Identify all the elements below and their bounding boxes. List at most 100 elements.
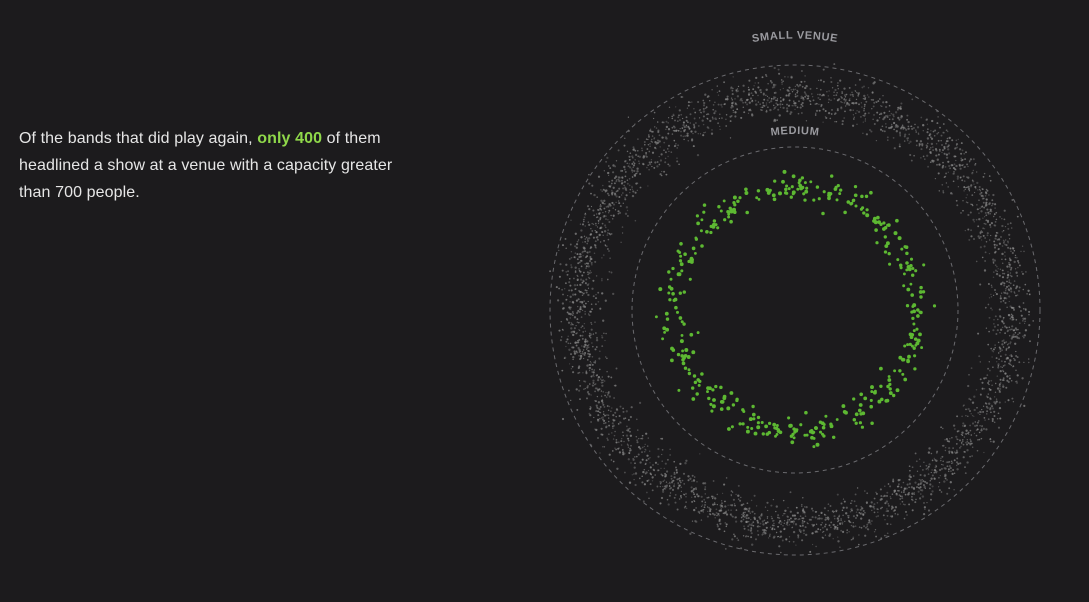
small-venue-dot	[634, 462, 636, 465]
medium-venue-dot	[729, 219, 733, 224]
medium-venue-dot	[667, 270, 671, 274]
small-venue-dot	[964, 472, 967, 475]
small-venue-dot	[993, 240, 996, 243]
small-venue-dot	[632, 166, 635, 169]
small-venue-dot	[602, 446, 604, 448]
small-venue-dot	[1008, 334, 1011, 337]
small-venue-dot	[660, 467, 662, 470]
small-venue-dot	[564, 237, 567, 240]
small-venue-dot	[603, 422, 605, 425]
small-venue-dot	[858, 543, 860, 546]
small-venue-dot	[846, 101, 849, 104]
medium-venue-dot	[862, 211, 866, 215]
small-venue-dot	[951, 437, 953, 439]
small-venue-dot	[581, 223, 585, 226]
small-venue-dot	[982, 234, 985, 237]
small-venue-dot	[994, 396, 996, 398]
small-venue-dot	[670, 477, 673, 480]
small-venue-dot	[569, 313, 572, 316]
small-venue-dot	[663, 149, 665, 152]
small-venue-dot	[855, 504, 858, 507]
small-venue-dot	[660, 473, 663, 476]
small-venue-dot	[766, 501, 769, 504]
small-venue-dot	[681, 127, 684, 129]
small-venue-dot	[771, 528, 774, 531]
small-venue-dot	[862, 132, 864, 134]
small-venue-dot	[734, 115, 737, 118]
small-venue-dot	[971, 401, 975, 404]
small-venue-dot	[788, 518, 791, 521]
small-venue-dot	[603, 170, 605, 172]
small-venue-dot	[606, 357, 608, 360]
small-venue-dot	[626, 182, 629, 185]
small-venue-dot	[994, 289, 996, 291]
small-venue-dot	[990, 234, 992, 237]
small-venue-dot	[949, 438, 951, 440]
small-venue-dot	[929, 151, 932, 154]
small-venue-dot	[964, 158, 967, 161]
small-venue-dot	[710, 132, 714, 135]
small-venue-dot	[659, 173, 662, 176]
small-venue-dot	[642, 163, 645, 166]
small-venue-dot	[581, 337, 584, 340]
small-venue-dot	[779, 519, 782, 523]
small-venue-dot	[723, 81, 726, 84]
small-venue-dot	[745, 517, 748, 520]
small-venue-dot	[926, 131, 929, 134]
small-venue-dot	[1005, 326, 1008, 329]
small-venue-dot	[911, 98, 914, 101]
small-venue-dot	[945, 461, 948, 464]
medium-venue-dots	[654, 169, 937, 449]
small-venue-dot	[773, 528, 776, 530]
small-venue-dot	[733, 533, 735, 536]
small-venue-dot	[596, 374, 599, 376]
small-venue-dot	[734, 504, 736, 507]
small-venue-dot	[1028, 361, 1030, 364]
small-venue-dot	[602, 411, 605, 413]
small-venue-dot	[981, 408, 983, 411]
small-venue-dot	[899, 133, 901, 136]
small-venue-dot	[833, 94, 835, 97]
small-venue-dot	[561, 244, 565, 247]
small-venue-dot	[1023, 361, 1025, 364]
small-venue-dot	[904, 493, 907, 496]
small-venue-dot	[662, 480, 665, 483]
small-venue-dot	[675, 468, 678, 472]
small-venue-dot	[802, 98, 805, 101]
small-venue-dot	[999, 417, 1002, 420]
small-venue-dot	[885, 115, 887, 117]
small-venue-dot	[744, 507, 747, 510]
small-venue-dot	[991, 202, 994, 205]
small-venue-dot	[953, 489, 955, 491]
small-venue-dot	[741, 513, 743, 516]
small-venue-dot	[742, 535, 745, 537]
small-venue-dot	[702, 123, 705, 126]
small-venue-dot	[587, 300, 589, 303]
small-venue-dot	[966, 201, 969, 204]
small-venue-dot	[978, 355, 981, 358]
small-venue-dot	[565, 298, 568, 301]
medium-venue-dot	[860, 425, 865, 429]
small-venue-dot	[843, 101, 846, 104]
small-venue-dot	[747, 517, 750, 520]
small-venue-dot	[581, 302, 583, 304]
medium-venue-dot	[772, 422, 777, 427]
small-venue-dot	[941, 455, 944, 458]
small-venue-dot	[988, 402, 991, 405]
small-venue-dot	[590, 271, 593, 274]
small-venue-dot	[621, 179, 623, 182]
small-venue-dot	[685, 501, 687, 503]
small-venue-dot	[942, 123, 945, 125]
small-venue-dot	[886, 535, 888, 537]
small-venue-dot	[985, 198, 988, 201]
small-venue-dot	[899, 503, 902, 505]
medium-venue-dot	[906, 287, 911, 292]
small-venue-dot	[861, 507, 864, 510]
small-venue-dot	[945, 438, 949, 441]
small-venue-dot	[747, 88, 751, 91]
medium-venue-dot	[888, 387, 892, 391]
small-venue-dot	[953, 171, 955, 173]
small-venue-dot	[663, 141, 666, 144]
small-venue-dot	[735, 89, 738, 91]
small-venue-dot	[1003, 218, 1006, 221]
